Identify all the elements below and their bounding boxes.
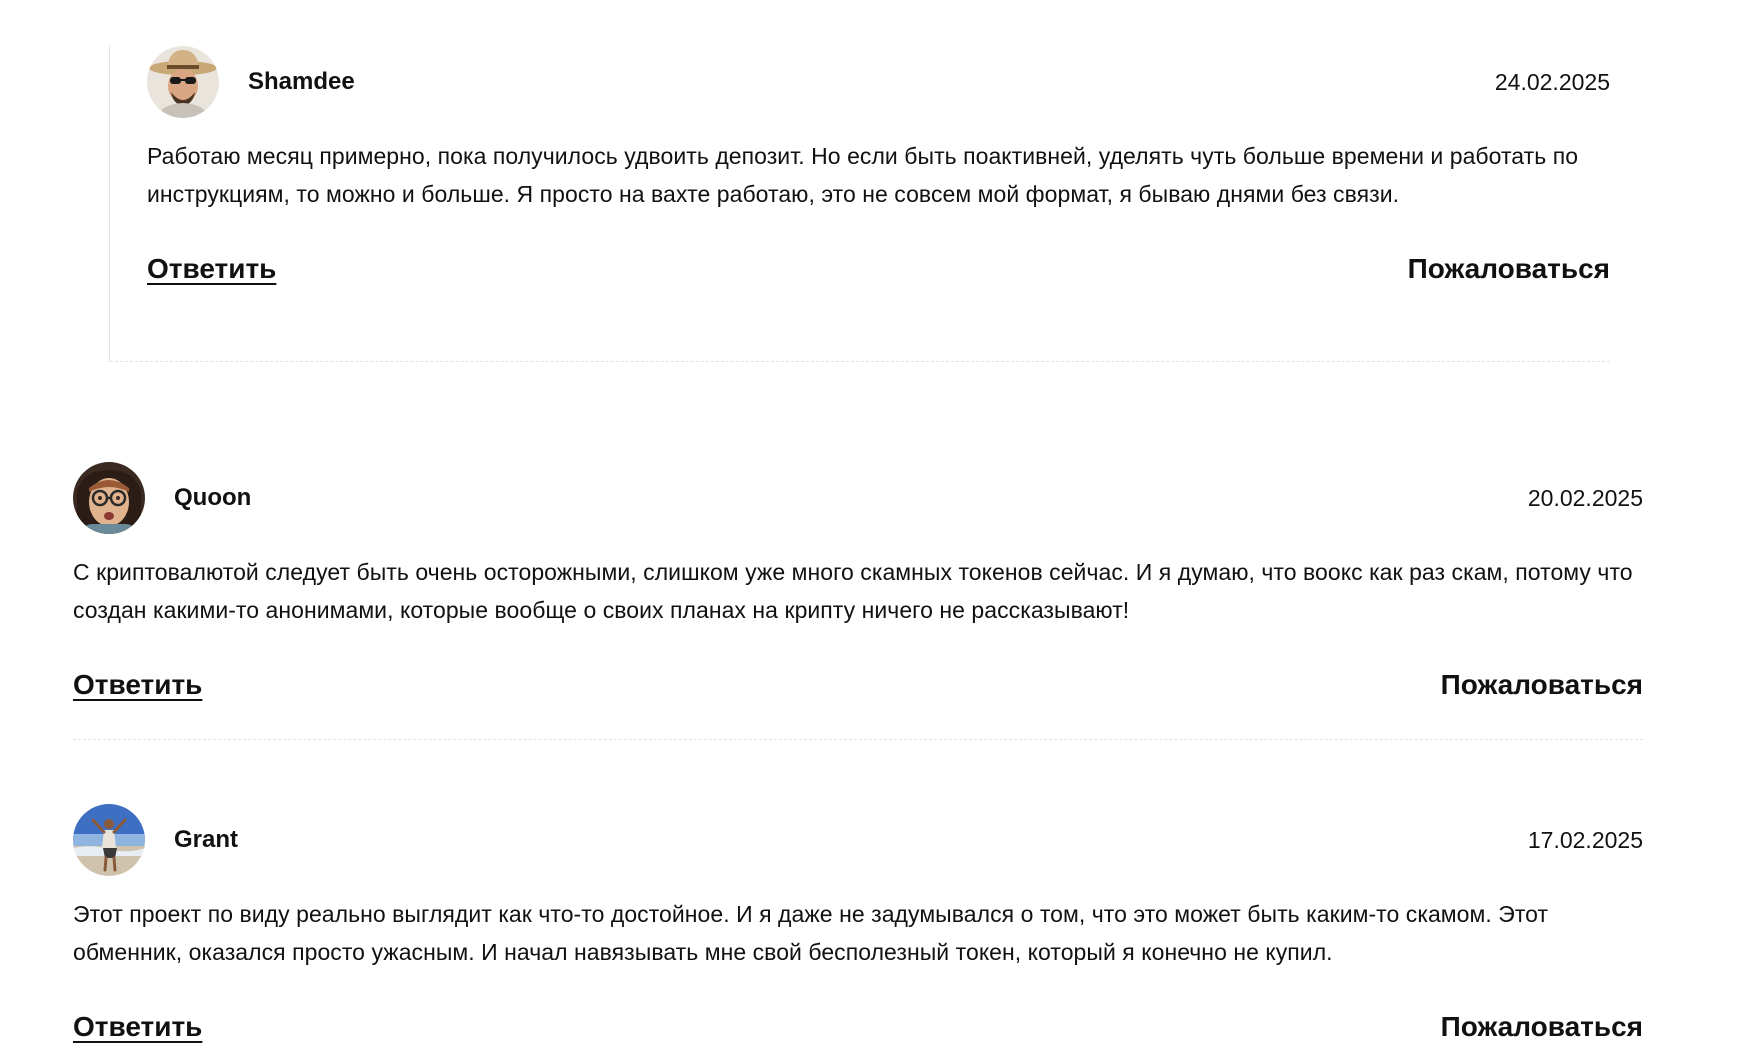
comment-quoon: Quoon 20.02.2025 С криптовалютой следует… [73, 462, 1643, 740]
comment-reply-shamdee: Shamdee 24.02.2025 Работаю месяц примерн… [109, 46, 1610, 362]
comment-author: Shamdee [248, 68, 355, 95]
comment-actions: Ответить Пожаловаться [147, 253, 1610, 293]
comment-actions: Ответить Пожаловаться [73, 1011, 1643, 1051]
avatar [73, 462, 145, 534]
comment-author: Grant [174, 826, 239, 853]
comment-header: Quoon 20.02.2025 [73, 462, 1643, 534]
reply-button[interactable]: Ответить [73, 669, 202, 701]
divider [110, 361, 1610, 362]
reply-button[interactable]: Ответить [147, 253, 276, 285]
comment-header: Grant 17.02.2025 [73, 804, 1643, 876]
report-button[interactable]: Пожаловаться [1441, 669, 1643, 701]
comment-text: С криптовалютой следует быть очень остор… [73, 559, 1633, 623]
comment-date: 17.02.2025 [1527, 827, 1643, 853]
man-on-beach-avatar-icon [73, 804, 145, 876]
report-button[interactable]: Пожаловаться [1408, 253, 1610, 285]
comment-text: Работаю месяц примерно, пока получилось … [147, 143, 1579, 207]
avatar [73, 804, 145, 876]
report-button[interactable]: Пожаловаться [1441, 1011, 1643, 1043]
comment-author: Quoon [174, 484, 252, 511]
man-with-hat-and-sunglasses-avatar-icon [147, 46, 219, 118]
comment-grant: Grant 17.02.2025 Этот проект по виду реа… [73, 804, 1643, 1044]
comment-actions: Ответить Пожаловаться [73, 669, 1643, 709]
comment-text: Этот проект по виду реально выглядит как… [73, 901, 1549, 965]
avatar [147, 46, 219, 118]
comment-date: 20.02.2025 [1527, 485, 1643, 511]
reply-button[interactable]: Ответить [73, 1011, 202, 1043]
divider [73, 739, 1643, 740]
comment-header: Shamdee 24.02.2025 [147, 46, 1610, 118]
comment-date: 24.02.2025 [1494, 69, 1610, 95]
man-with-glasses-avatar-icon [73, 462, 145, 534]
